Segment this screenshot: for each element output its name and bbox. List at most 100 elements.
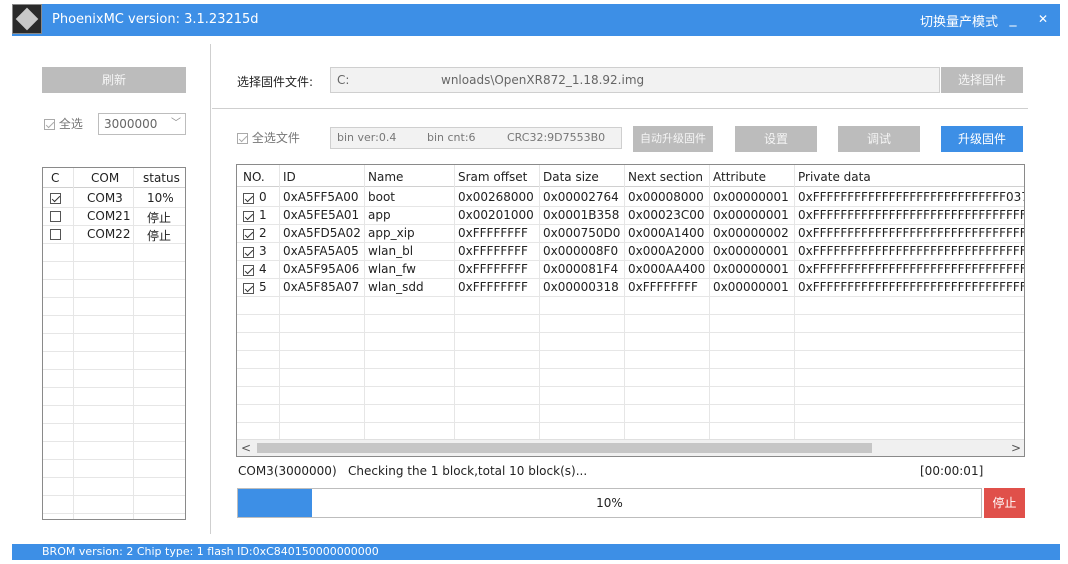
port-checkbox[interactable] bbox=[50, 229, 61, 240]
port-status: 停止 bbox=[147, 211, 172, 225]
debug-button[interactable]: 调试 bbox=[838, 126, 920, 152]
settings-button[interactable]: 设置 bbox=[735, 126, 817, 152]
close-button[interactable]: ✕ bbox=[1032, 8, 1054, 30]
sections-row[interactable]: 4 0xA5F95A06 wlan_fw 0xFFFFFFFF 0x000081F4 0x… bbox=[237, 260, 1024, 278]
port-row-divider bbox=[43, 351, 185, 352]
sections-col-header[interactable]: NO. bbox=[243, 170, 265, 184]
mode-switch-button[interactable]: 切换量产模式 bbox=[920, 11, 998, 30]
section-cell-next: 0x000AA400 bbox=[628, 262, 706, 276]
sections-row[interactable]: 2 0xA5FD5A02 app_xip 0xFFFFFFFF 0x000750D0 0x… bbox=[237, 224, 1024, 242]
upgrade-firmware-button[interactable]: 升级固件 bbox=[941, 126, 1023, 152]
section-cell-name: wlan_bl bbox=[368, 244, 414, 258]
stop-button[interactable]: 停止 bbox=[984, 488, 1025, 518]
section-checkbox[interactable] bbox=[243, 283, 254, 294]
section-cell-priv: 0xFFFFFFFFFFFFFFFFFFFFFFFFFFFF037000 bbox=[798, 190, 1024, 204]
refresh-button[interactable]: 刷新 bbox=[42, 67, 186, 93]
select-all-files[interactable]: 全选文件 bbox=[237, 130, 300, 146]
sections-col-header[interactable]: ID bbox=[283, 170, 296, 184]
section-cell-attr: 0x00000001 bbox=[713, 280, 789, 294]
sections-row[interactable]: 3 0xA5FA5A05 wlan_bl 0xFFFFFFFF 0x000008F0 0x… bbox=[237, 242, 1024, 260]
section-checkbox[interactable] bbox=[243, 247, 254, 258]
section-cell-id: 0xA5F95A06 bbox=[283, 262, 360, 276]
select-all-ports[interactable]: 全选 bbox=[44, 116, 83, 132]
select-all-files-checkbox[interactable] bbox=[237, 133, 248, 144]
progress-bar: 10% bbox=[237, 488, 982, 518]
section-cell-size: 0x000081F4 bbox=[543, 262, 619, 276]
sections-table: NO. ID Name Sram offset Data size Next sectio… bbox=[236, 164, 1025, 457]
port-row-divider bbox=[43, 261, 185, 262]
horizontal-scrollbar[interactable]: < > bbox=[237, 439, 1024, 456]
progress-port-info: COM3(3000000) bbox=[238, 464, 337, 478]
chevron-down-icon: ﹀ bbox=[171, 118, 181, 129]
sections-col-header[interactable]: Name bbox=[368, 170, 403, 184]
sections-row[interactable]: 0 0xA5FF5A00 boot 0x00268000 0x00002764 0x000… bbox=[237, 188, 1024, 206]
section-cell-priv: 0xFFFFFFFFFFFFFFFFFFFFFFFFFFFFFFFFFF bbox=[798, 226, 1024, 240]
firmware-path-field[interactable]: C: wnloads\OpenXR872_1.18.92.img bbox=[330, 67, 940, 93]
firmware-file-label: 选择固件文件: bbox=[237, 75, 314, 89]
port-checkbox[interactable] bbox=[50, 211, 61, 222]
port-com: COM22 bbox=[87, 227, 131, 241]
port-row-divider bbox=[43, 495, 185, 496]
section-cell-no: 1 bbox=[259, 208, 267, 222]
firmware-path-suffix: wnloads\OpenXR872_1.18.92.img bbox=[441, 73, 645, 87]
section-cell-no: 5 bbox=[259, 280, 267, 294]
auto-upgrade-button[interactable]: 自动升级固件 bbox=[633, 126, 713, 152]
section-cell-name: wlan_fw bbox=[368, 262, 416, 276]
section-checkbox[interactable] bbox=[243, 265, 254, 276]
section-cell-no: 2 bbox=[259, 226, 267, 240]
baud-rate-select[interactable]: 3000000 ﹀ bbox=[98, 113, 186, 135]
sections-col-header[interactable]: Next section bbox=[628, 170, 703, 184]
port-checkbox[interactable] bbox=[50, 193, 61, 204]
port-status: 停止 bbox=[147, 229, 172, 243]
section-checkbox[interactable] bbox=[243, 193, 254, 204]
port-row-divider bbox=[43, 441, 185, 442]
sections-col-header[interactable]: Data size bbox=[543, 170, 599, 184]
section-checkbox[interactable] bbox=[243, 229, 254, 240]
sections-col-header[interactable]: Private data bbox=[798, 170, 871, 184]
firmware-path-prefix: C: bbox=[337, 73, 350, 87]
port-row-divider bbox=[43, 297, 185, 298]
sections-row[interactable]: 1 0xA5FE5A01 app 0x00201000 0x0001B358 0x0002… bbox=[237, 206, 1024, 224]
section-cell-attr: 0x00000001 bbox=[713, 262, 789, 276]
section-cell-id: 0xA5FF5A00 bbox=[283, 190, 359, 204]
crc-value: CRC32:9D7553B0 bbox=[507, 131, 606, 144]
port-status: 10% bbox=[147, 191, 174, 205]
port-row[interactable]: COM3 10% bbox=[43, 189, 185, 207]
sections-row-divider bbox=[237, 422, 1024, 423]
section-cell-sram: 0x00268000 bbox=[458, 190, 534, 204]
section-cell-next: 0xFFFFFFFF bbox=[628, 280, 698, 294]
status-bar: BROM version: 2 Chip type: 1 flash ID:0x… bbox=[12, 544, 1060, 560]
app-logo-icon bbox=[12, 4, 42, 34]
sections-row-divider bbox=[237, 350, 1024, 351]
select-firmware-button[interactable]: 选择固件 bbox=[941, 67, 1023, 93]
minimize-button[interactable]: _ bbox=[1002, 8, 1024, 30]
port-row[interactable]: COM22 停止 bbox=[43, 225, 185, 243]
select-all-files-label: 全选文件 bbox=[251, 131, 300, 145]
section-cell-id: 0xA5F85A07 bbox=[283, 280, 360, 294]
select-all-checkbox[interactable] bbox=[44, 119, 55, 130]
section-checkbox[interactable] bbox=[243, 211, 254, 222]
port-row-divider bbox=[43, 279, 185, 280]
section-cell-size: 0x0001B358 bbox=[543, 208, 620, 222]
sections-col-header[interactable]: Attribute bbox=[713, 170, 766, 184]
section-cell-attr: 0x00000001 bbox=[713, 208, 789, 222]
section-cell-name: boot bbox=[368, 190, 396, 204]
section-cell-attr: 0x00000001 bbox=[713, 190, 789, 204]
sections-col-header[interactable]: Sram offset bbox=[458, 170, 527, 184]
section-cell-id: 0xA5FE5A01 bbox=[283, 208, 360, 222]
sections-row-divider bbox=[237, 332, 1024, 333]
section-cell-size: 0x000008F0 bbox=[543, 244, 619, 258]
scroll-right-icon[interactable]: > bbox=[1011, 441, 1021, 455]
scrollbar-thumb[interactable] bbox=[257, 443, 872, 453]
port-row-divider bbox=[43, 459, 185, 460]
scroll-left-icon[interactable]: < bbox=[241, 441, 251, 455]
section-cell-priv: 0xFFFFFFFFFFFFFFFFFFFFFFFFFFFFFFFFFF bbox=[798, 280, 1024, 294]
port-row[interactable]: COM21 停止 bbox=[43, 207, 185, 225]
section-cell-next: 0x00008000 bbox=[628, 190, 704, 204]
port-col-check: C bbox=[51, 171, 60, 185]
elapsed-time: [00:00:01] bbox=[920, 464, 984, 478]
port-col-status: status bbox=[143, 171, 180, 185]
port-row-divider bbox=[43, 315, 185, 316]
sections-row[interactable]: 5 0xA5F85A07 wlan_sdd 0xFFFFFFFF 0x00000318 0… bbox=[237, 278, 1024, 296]
select-all-label: 全选 bbox=[58, 117, 83, 131]
